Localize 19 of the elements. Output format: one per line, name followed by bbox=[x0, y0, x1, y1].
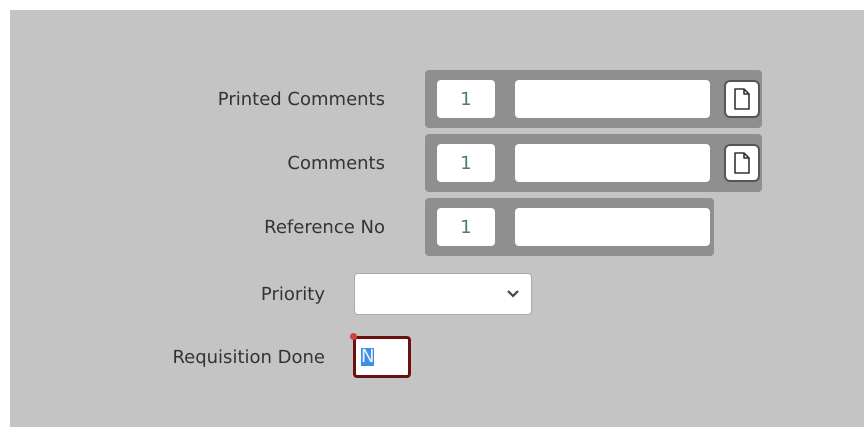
document-icon bbox=[733, 151, 751, 175]
chevron-down-icon bbox=[507, 290, 519, 298]
text-input-field[interactable] bbox=[515, 208, 710, 246]
field-label: Requisition Done bbox=[171, 346, 325, 370]
document-button[interactable] bbox=[724, 144, 760, 182]
flag-input-field[interactable]: N bbox=[353, 336, 411, 378]
text-input-field[interactable] bbox=[515, 80, 710, 118]
field-value: N bbox=[361, 348, 374, 366]
document-icon bbox=[733, 87, 751, 111]
document-button[interactable] bbox=[724, 80, 760, 118]
field-label: Comments bbox=[286, 152, 385, 176]
count-field[interactable]: 1 bbox=[437, 80, 495, 118]
field-label: Priority bbox=[260, 282, 325, 306]
priority-dropdown[interactable] bbox=[354, 273, 532, 315]
field-label: Printed Comments bbox=[216, 88, 385, 112]
count-field[interactable]: 1 bbox=[437, 144, 495, 182]
count-field[interactable]: 1 bbox=[437, 208, 495, 246]
text-input-field[interactable] bbox=[515, 144, 710, 182]
field-label: Reference No bbox=[263, 216, 385, 240]
